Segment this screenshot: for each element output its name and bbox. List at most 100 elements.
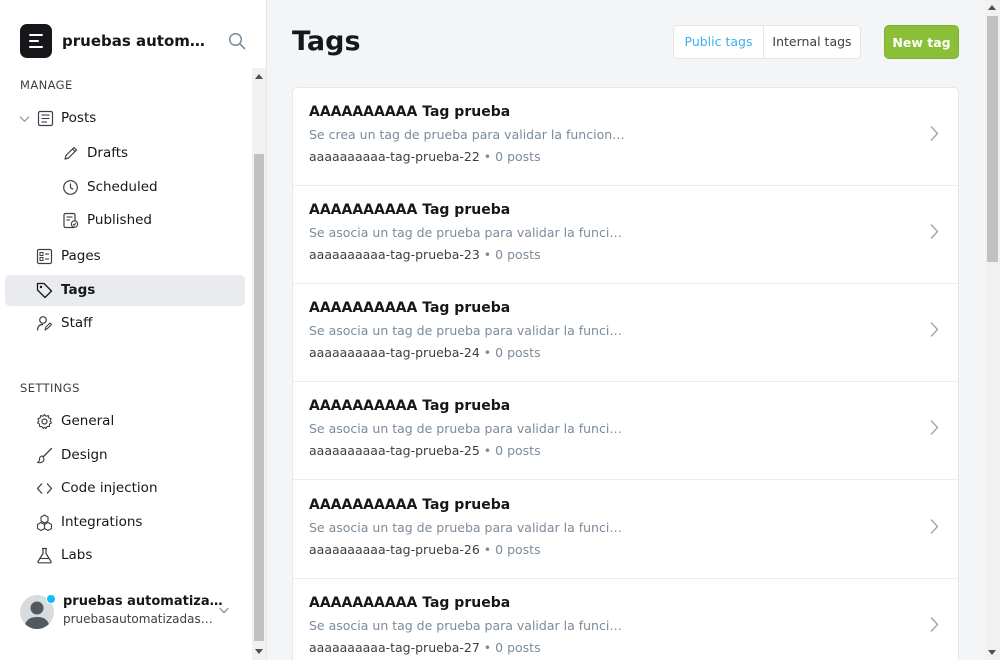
sidebar-item-label: Code injection bbox=[61, 480, 158, 496]
tag-slug: aaaaaaaaaa-tag-prueba-27 bbox=[309, 640, 480, 655]
tag-meta: aaaaaaaaaa-tag-prueba-22 • 0 posts bbox=[309, 149, 541, 164]
staff-icon bbox=[36, 316, 53, 331]
tag-description: Se asocia un tag de prueba para validar … bbox=[309, 323, 629, 338]
tag-post-count: 0 posts bbox=[495, 149, 541, 164]
tag-description: Se asocia un tag de prueba para validar … bbox=[309, 421, 629, 436]
chevron-right-icon bbox=[930, 224, 939, 239]
tag-post-count: 0 posts bbox=[495, 640, 541, 655]
sidebar-item-staff[interactable]: Staff bbox=[5, 308, 245, 339]
tag-description: Se asocia un tag de prueba para validar … bbox=[309, 225, 629, 240]
chevron-right-icon bbox=[930, 420, 939, 435]
tag-name: AAAAAAAAAA Tag prueba bbox=[309, 398, 511, 414]
internal-tags-button[interactable]: Internal tags bbox=[764, 26, 860, 58]
tag-name: AAAAAAAAAA Tag prueba bbox=[309, 595, 511, 611]
tag-post-count: 0 posts bbox=[495, 542, 541, 557]
tag-meta: aaaaaaaaaa-tag-prueba-23 • 0 posts bbox=[309, 247, 541, 262]
user-email: pruebasautomatizadas@uniandes.edu.co bbox=[63, 612, 223, 626]
chevron-right-icon bbox=[930, 322, 939, 337]
tags-list: AAAAAAAAAA Tag prueba Se crea un tag de … bbox=[292, 87, 959, 660]
chevron-down-icon[interactable] bbox=[19, 113, 30, 124]
sidebar-item-general[interactable]: General bbox=[5, 406, 245, 437]
tag-post-count: 0 posts bbox=[495, 443, 541, 458]
sidebar-scrollbar[interactable] bbox=[252, 68, 266, 660]
code-icon bbox=[36, 483, 53, 494]
meta-separator: • bbox=[479, 640, 496, 655]
main-scrollbar-thumb[interactable] bbox=[987, 16, 998, 262]
sidebar-item-code-injection[interactable]: Code injection bbox=[5, 473, 245, 504]
integrations-icon bbox=[36, 514, 53, 531]
sidebar-item-label: General bbox=[61, 413, 115, 429]
sidebar: pruebas automatizadas MANAGE Posts bbox=[0, 0, 267, 660]
chevron-right-icon bbox=[930, 126, 939, 141]
meta-separator: • bbox=[479, 542, 496, 557]
table-row[interactable]: AAAAAAAAAA Tag prueba Se asocia un tag d… bbox=[293, 284, 958, 382]
tag-description: Se asocia un tag de prueba para validar … bbox=[309, 618, 629, 633]
sidebar-item-pages[interactable]: Pages bbox=[5, 241, 245, 272]
pages-icon bbox=[36, 248, 53, 265]
tag-slug: aaaaaaaaaa-tag-prueba-26 bbox=[309, 542, 480, 557]
sidebar-item-label: Scheduled bbox=[87, 179, 158, 195]
tag-name: AAAAAAAAAA Tag prueba bbox=[309, 300, 511, 316]
sidebar-item-design[interactable]: Design bbox=[5, 440, 245, 471]
tag-type-filter: Public tags Internal tags bbox=[673, 25, 861, 59]
table-row[interactable]: AAAAAAAAAA Tag prueba Se asocia un tag d… bbox=[293, 481, 958, 579]
site-logo[interactable] bbox=[20, 24, 52, 58]
sidebar-item-published[interactable]: Published bbox=[5, 205, 245, 236]
user-menu[interactable]: pruebas automatizadas pruebasautomatizad… bbox=[20, 590, 242, 634]
sidebar-item-label: Posts bbox=[61, 110, 97, 126]
sidebar-nav: MANAGE Posts Drafts Scheduled Published … bbox=[0, 68, 252, 660]
sidebar-item-label: Published bbox=[87, 212, 152, 228]
tag-slug: aaaaaaaaaa-tag-prueba-22 bbox=[309, 149, 480, 164]
posts-icon bbox=[37, 110, 54, 127]
table-row[interactable]: AAAAAAAAAA Tag prueba Se asocia un tag d… bbox=[293, 186, 958, 284]
sidebar-item-label: Design bbox=[61, 447, 108, 463]
brush-icon bbox=[36, 447, 53, 464]
chevron-down-icon[interactable] bbox=[218, 604, 230, 616]
scroll-down-arrow-icon[interactable] bbox=[255, 649, 263, 654]
sidebar-item-labs[interactable]: Labs bbox=[5, 540, 245, 571]
public-tags-button[interactable]: Public tags bbox=[674, 26, 764, 58]
tag-description: Se asocia un tag de prueba para validar … bbox=[309, 520, 629, 535]
main-scrollbar[interactable] bbox=[985, 0, 1000, 660]
meta-separator: • bbox=[479, 247, 496, 262]
site-title[interactable]: pruebas automatizadas bbox=[62, 32, 214, 50]
sidebar-item-label: Labs bbox=[61, 547, 93, 563]
tag-slug: aaaaaaaaaa-tag-prueba-23 bbox=[309, 247, 480, 262]
sidebar-item-label: Staff bbox=[61, 315, 93, 331]
notification-badge bbox=[46, 594, 56, 604]
meta-separator: • bbox=[479, 443, 496, 458]
tag-meta: aaaaaaaaaa-tag-prueba-27 • 0 posts bbox=[309, 640, 541, 655]
tag-slug: aaaaaaaaaa-tag-prueba-25 bbox=[309, 443, 480, 458]
sidebar-item-tags[interactable]: Tags bbox=[5, 275, 245, 306]
sidebar-item-label: Pages bbox=[61, 248, 101, 264]
sidebar-item-scheduled[interactable]: Scheduled bbox=[5, 172, 245, 203]
tag-icon bbox=[36, 282, 53, 299]
tag-meta: aaaaaaaaaa-tag-prueba-26 • 0 posts bbox=[309, 542, 541, 557]
sidebar-scrollbar-thumb[interactable] bbox=[254, 154, 264, 641]
table-row[interactable]: AAAAAAAAAA Tag prueba Se asocia un tag d… bbox=[293, 382, 958, 480]
scroll-down-arrow-icon[interactable] bbox=[988, 650, 996, 655]
chevron-right-icon bbox=[930, 519, 939, 534]
tag-meta: aaaaaaaaaa-tag-prueba-25 • 0 posts bbox=[309, 443, 541, 458]
tag-post-count: 0 posts bbox=[495, 247, 541, 262]
sidebar-item-label: Integrations bbox=[61, 514, 143, 530]
sidebar-item-drafts[interactable]: Drafts bbox=[5, 138, 245, 169]
user-name: pruebas automatizadas bbox=[63, 594, 223, 609]
page-title: Tags bbox=[292, 26, 361, 57]
pencil-icon bbox=[64, 146, 78, 160]
sidebar-item-posts[interactable]: Posts bbox=[5, 103, 245, 134]
sidebar-item-label: Tags bbox=[61, 282, 96, 298]
search-icon[interactable] bbox=[228, 32, 246, 50]
sidebar-item-label: Drafts bbox=[87, 145, 129, 161]
sidebar-header: pruebas automatizadas bbox=[20, 24, 252, 58]
clock-icon bbox=[63, 180, 78, 195]
new-tag-button[interactable]: New tag bbox=[884, 25, 959, 59]
scroll-up-arrow-icon[interactable] bbox=[255, 74, 263, 79]
table-row[interactable]: AAAAAAAAAA Tag prueba Se asocia un tag d… bbox=[293, 579, 958, 660]
tag-name: AAAAAAAAAA Tag prueba bbox=[309, 497, 511, 513]
scroll-up-arrow-icon[interactable] bbox=[988, 5, 996, 10]
sidebar-item-integrations[interactable]: Integrations bbox=[5, 507, 245, 538]
meta-separator: • bbox=[479, 149, 496, 164]
tag-description: Se crea un tag de prueba para validar la… bbox=[309, 127, 629, 142]
table-row[interactable]: AAAAAAAAAA Tag prueba Se crea un tag de … bbox=[293, 88, 958, 186]
